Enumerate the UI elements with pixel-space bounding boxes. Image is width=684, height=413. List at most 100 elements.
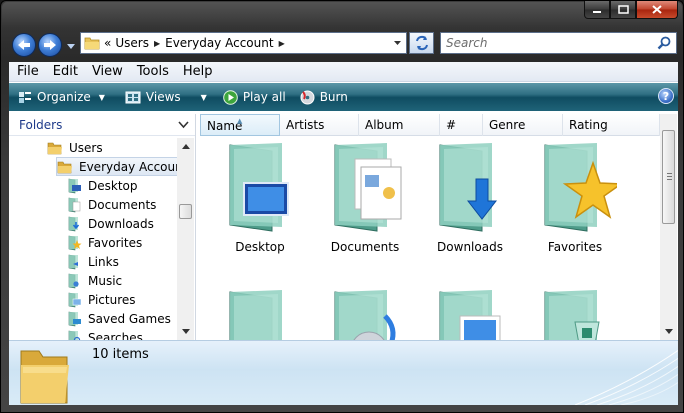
tree-item-desktop[interactable]: Desktop: [66, 176, 138, 195]
column-header-label: Rating: [569, 118, 608, 132]
arrow-up-icon: [181, 144, 190, 149]
folders-header-label: Folders: [19, 117, 63, 132]
details-pane: 10 items: [9, 340, 678, 405]
chevron-down-icon[interactable]: [178, 120, 189, 129]
maximize-button[interactable]: [610, 1, 636, 19]
column-header-rating[interactable]: Rating: [563, 114, 660, 136]
menu-view[interactable]: View: [85, 62, 130, 82]
column-header-number[interactable]: #: [440, 114, 483, 136]
favorites-folder-icon: [544, 143, 617, 232]
file-item[interactable]: Documents: [315, 141, 415, 259]
column-header-artists[interactable]: Artists: [280, 114, 359, 136]
tree-item-users[interactable]: Users: [47, 138, 103, 157]
chevron-down-icon: ▼: [98, 92, 105, 102]
tree-item-label: Favorites: [88, 235, 143, 250]
navigation-pane: Folders Users Everyday Account Desktop Docu…: [9, 114, 196, 340]
breadcrumb-separator-icon[interactable]: ▶: [154, 39, 160, 48]
pictures-folder-icon: [68, 292, 82, 307]
close-icon: [652, 5, 662, 14]
breadcrumb-everyday-account[interactable]: Everyday Account: [165, 36, 273, 50]
search-input[interactable]: [441, 33, 651, 53]
refresh-icon: [415, 35, 428, 51]
caption-buttons: [584, 1, 678, 19]
title-bar[interactable]: [2, 2, 682, 28]
column-header-album[interactable]: Album: [359, 114, 440, 136]
file-item[interactable]: Favorites: [525, 141, 625, 259]
burn-button[interactable]: Burn: [294, 85, 354, 109]
sort-ascending-icon: ▲: [237, 117, 243, 125]
column-header-name[interactable]: ▲ Name: [200, 114, 280, 136]
close-button[interactable]: [636, 1, 678, 19]
search-icon[interactable]: [657, 36, 671, 50]
links-folder-icon: [68, 254, 78, 269]
folders-header[interactable]: Folders: [9, 114, 195, 136]
folder-icon: [47, 142, 62, 154]
tree-item-label: Pictures: [88, 292, 136, 307]
scroll-thumb[interactable]: [179, 204, 192, 219]
tree-item-label: Downloads: [88, 216, 154, 231]
tree-item-searches[interactable]: Searches: [66, 328, 143, 340]
address-bar[interactable]: « Users ▶ Everyday Account ▶: [80, 32, 407, 54]
menu-tools[interactable]: Tools: [130, 62, 176, 82]
play-all-button[interactable]: Play all: [217, 85, 292, 109]
file-item-label: Documents: [330, 240, 400, 254]
refresh-button[interactable]: [409, 32, 434, 54]
breadcrumb-users[interactable]: Users: [115, 36, 149, 50]
column-header-label: Album: [365, 118, 404, 132]
recent-pages-dropdown[interactable]: [66, 41, 76, 51]
tree-item-downloads[interactable]: Downloads: [66, 214, 154, 233]
command-bar: Organize ▼ Views ▼ Play all Burn ?: [9, 83, 678, 111]
arrow-right-icon: [44, 40, 56, 50]
desktop-folder-icon: [229, 143, 289, 232]
documents-folder-icon: [334, 143, 402, 232]
folder-open-icon: [57, 161, 72, 173]
views-button[interactable]: Views ▼: [119, 85, 213, 109]
file-item[interactable]: Desktop: [210, 141, 310, 259]
back-button[interactable]: [12, 33, 36, 57]
downloads-folder-icon: [439, 143, 498, 232]
tree-item-documents[interactable]: Documents: [66, 195, 156, 214]
file-item[interactable]: Downloads: [420, 141, 520, 259]
saved-games-folder-icon: [68, 311, 81, 326]
burn-disc-icon: [300, 90, 315, 104]
arrow-left-icon: [18, 40, 30, 50]
forward-button[interactable]: [38, 33, 62, 57]
menu-help[interactable]: Help: [176, 62, 220, 82]
tree-item-label: Searches: [88, 330, 143, 341]
tree-item-pictures[interactable]: Pictures: [66, 290, 136, 309]
file-list: ▲ Name Artists Album # Genre Rating Desk…: [197, 114, 678, 379]
file-item-label: Favorites: [547, 240, 603, 254]
scroll-thumb[interactable]: [662, 130, 675, 224]
maximize-icon: [617, 5, 629, 14]
chevron-down-icon[interactable]: [393, 39, 402, 47]
nav-pane-scrollbar[interactable]: [177, 138, 194, 340]
burn-label: Burn: [319, 90, 348, 104]
tree-item-music[interactable]: Music: [66, 271, 122, 290]
tree-item-label: Users: [69, 140, 103, 155]
address-overflow-chevron[interactable]: «: [104, 36, 111, 50]
tree-item-label: Documents: [88, 197, 157, 212]
scroll-down-arrow[interactable]: [660, 323, 677, 340]
documents-folder-icon: [68, 197, 81, 212]
minimize-button[interactable]: [584, 1, 610, 19]
scroll-up-arrow[interactable]: [177, 138, 194, 155]
organize-button[interactable]: Organize ▼: [12, 85, 111, 109]
menu-edit[interactable]: Edit: [46, 62, 85, 82]
scroll-down-arrow[interactable]: [177, 323, 194, 340]
column-header-genre[interactable]: Genre: [483, 114, 563, 136]
tree-item-label: Desktop: [88, 178, 138, 193]
minimize-icon: [593, 10, 601, 13]
tree-item-label: Music: [88, 273, 123, 288]
tree-item-favorites[interactable]: Favorites: [66, 233, 142, 252]
help-button[interactable]: ?: [658, 88, 674, 104]
tree-item-links[interactable]: Links: [66, 252, 119, 271]
file-list-scrollbar[interactable]: [660, 114, 677, 340]
tree-item-saved-games[interactable]: Saved Games: [66, 309, 171, 328]
views-label: Views: [145, 90, 181, 104]
searches-folder-icon: [68, 330, 81, 340]
tree-item-everyday-account[interactable]: Everyday Account: [56, 157, 177, 176]
breadcrumb-separator-icon[interactable]: ▶: [279, 39, 285, 48]
organize-label: Organize: [37, 90, 91, 104]
menu-file[interactable]: File: [9, 62, 46, 82]
play-all-label: Play all: [242, 90, 286, 104]
